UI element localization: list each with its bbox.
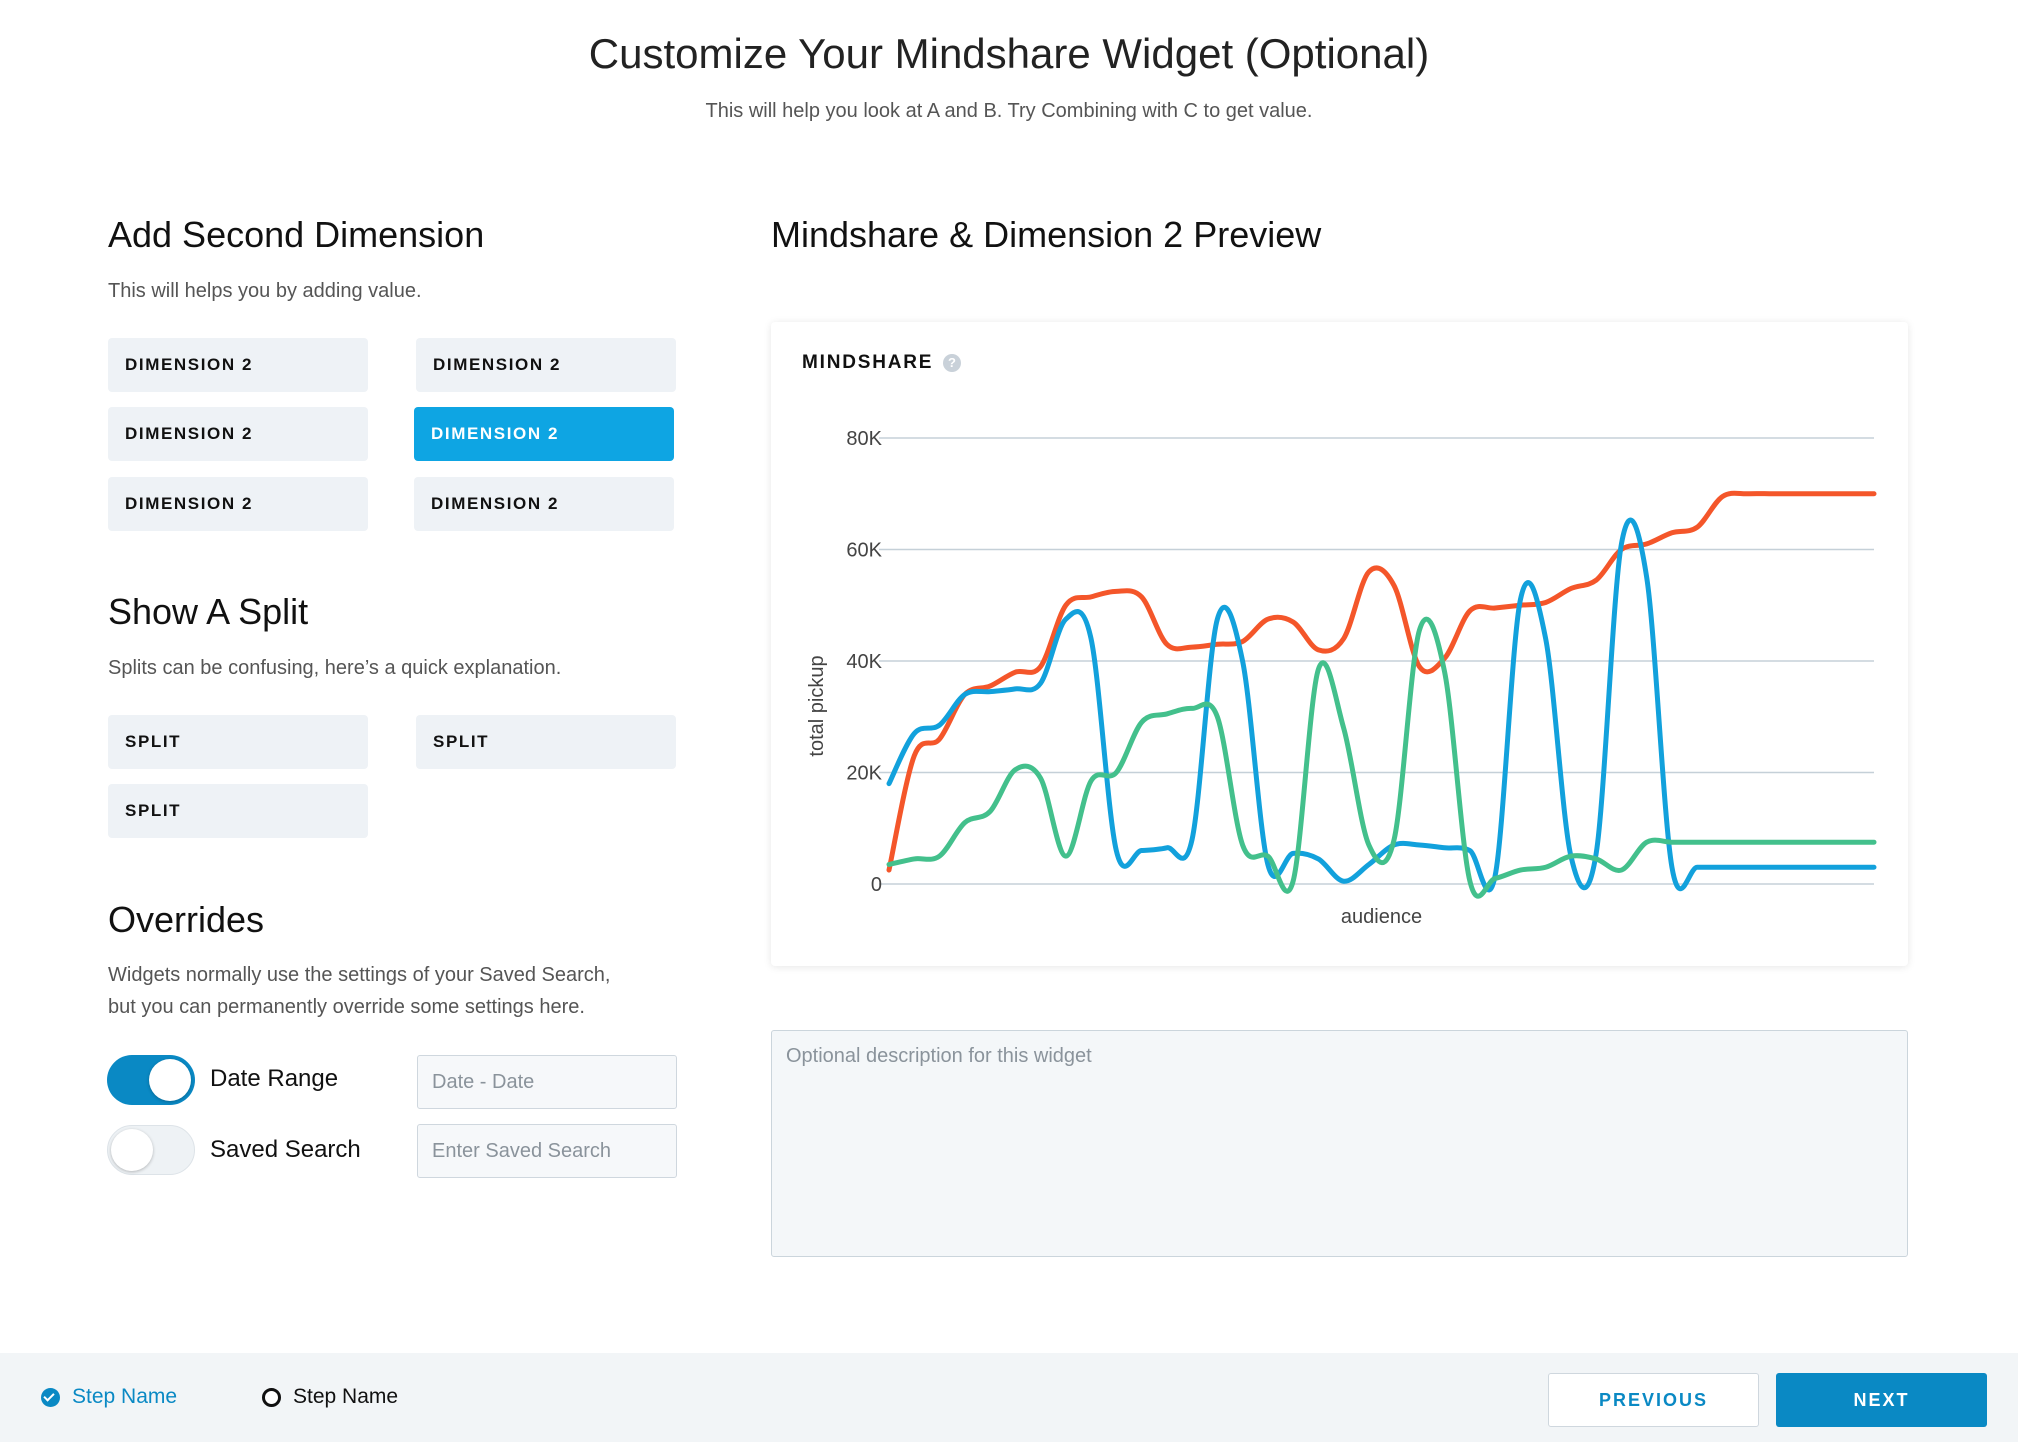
saved-search-label: Saved Search (210, 1136, 361, 1163)
dimension-option-5[interactable]: DIMENSION 2 (108, 477, 368, 531)
date-range-input[interactable] (417, 1055, 677, 1109)
date-range-label: Date Range (210, 1065, 339, 1092)
dimension-option-2[interactable]: DIMENSION 2 (416, 338, 676, 392)
step-label: Step Name (72, 1385, 178, 1408)
widget-description-textarea[interactable] (771, 1030, 1908, 1257)
page-title: Customize Your Mindshare Widget (Optiona… (588, 30, 1430, 77)
check-circle-icon (41, 1387, 60, 1407)
date-range-toggle[interactable] (107, 1055, 195, 1105)
x-axis-label: audience (1341, 906, 1422, 928)
line-chart: 0 20K 40K 60K 80K audience total pickup (806, 428, 1877, 928)
step-item-2[interactable]: Step Name (262, 1385, 398, 1409)
split-option-2[interactable]: SPLIT (416, 715, 676, 769)
split-option-3[interactable]: SPLIT (108, 784, 368, 838)
chart-card-label: MINDSHARE (802, 352, 934, 373)
toggle-knob (149, 1059, 191, 1101)
chart-card: 0 20K 40K 60K 80K audience total pickup MINDSH… (771, 322, 1908, 966)
dimension-section-description: This will helps you by adding value. (108, 280, 422, 302)
y-tick-label: 40K (846, 651, 882, 673)
dimension-option-1[interactable]: DIMENSION 2 (108, 338, 368, 392)
next-button[interactable]: NEXT (1776, 1373, 1987, 1427)
page-subtitle: This will help you look at A and B. Try … (705, 100, 1313, 122)
circle-icon (262, 1387, 281, 1407)
page: Customize Your Mindshare Widget (Optiona… (0, 0, 2018, 1442)
overrides-description-line-2: but you can permanently override some se… (108, 996, 585, 1018)
split-section-description: Splits can be confusing, here’s a quick … (108, 657, 562, 679)
previous-button[interactable]: PREVIOUS (1548, 1373, 1759, 1427)
toggle-knob (111, 1129, 153, 1171)
series-line-2 (886, 517, 1877, 893)
footer-bar: Step Name Step Name PREVIOUS NEXT (0, 1353, 2018, 1442)
step-label: Step Name (293, 1385, 399, 1408)
split-section-title: Show A Split (108, 591, 309, 632)
saved-search-toggle[interactable] (107, 1125, 195, 1175)
dimension-option-6[interactable]: DIMENSION 2 (414, 477, 674, 531)
question-circle-icon[interactable]: ? (943, 354, 961, 372)
y-axis-label: total pickup (806, 655, 828, 756)
y-tick-label: 60K (846, 540, 882, 562)
overrides-description-line-1: Widgets normally use the settings of you… (108, 964, 611, 986)
y-tick-label: 0 (871, 874, 882, 896)
dimension-section-title: Add Second Dimension (108, 214, 485, 255)
dimension-option-3[interactable]: DIMENSION 2 (108, 407, 368, 461)
preview-title: Mindshare & Dimension 2 Preview (771, 214, 1322, 255)
split-option-1[interactable]: SPLIT (108, 715, 368, 769)
saved-search-input[interactable] (417, 1124, 677, 1178)
overrides-section-title: Overrides (108, 899, 265, 940)
step-item-1[interactable]: Step Name (41, 1385, 177, 1409)
dimension-option-4-selected[interactable]: DIMENSION 2 (414, 407, 674, 461)
y-tick-label: 80K (846, 428, 882, 450)
y-tick-label: 20K (846, 763, 882, 785)
